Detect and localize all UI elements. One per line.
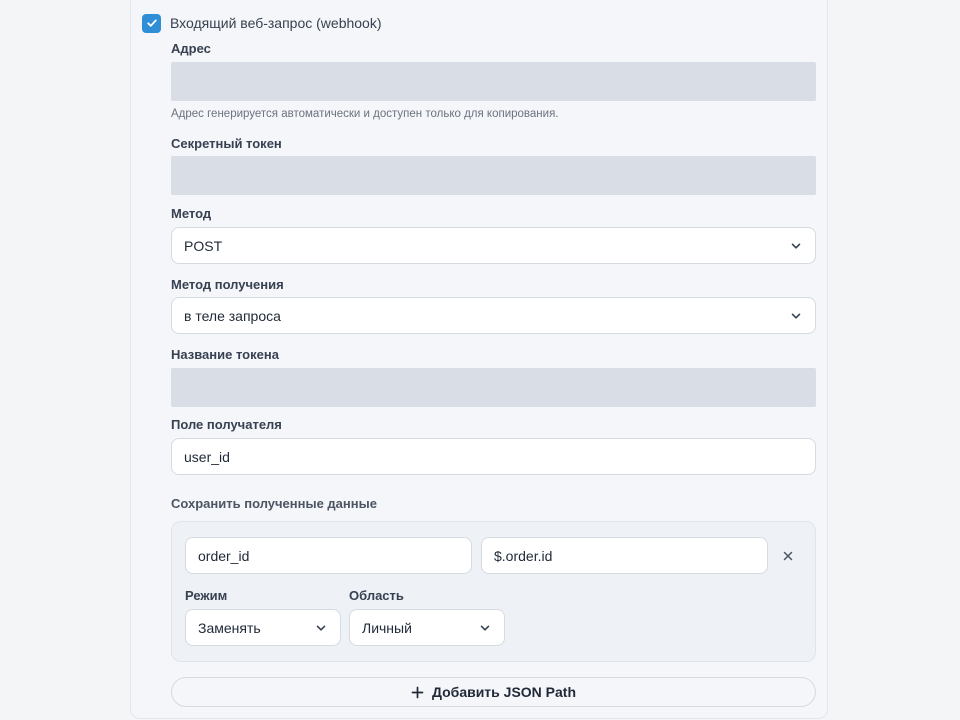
mode-label: Режим xyxy=(185,588,228,603)
json-path-name-input[interactable]: order_id xyxy=(185,537,472,574)
add-json-path-button[interactable]: Добавить JSON Path xyxy=(171,677,816,707)
method-select-value: POST xyxy=(184,237,223,254)
mode-select[interactable]: Заменять xyxy=(185,609,341,646)
chevron-down-icon xyxy=(314,621,328,635)
receive-method-select-value: в теле запроса xyxy=(184,307,281,324)
secret-token-label: Секретный токен xyxy=(171,136,282,151)
method-select[interactable]: POST xyxy=(171,227,816,264)
recipient-field-value: user_id xyxy=(184,448,230,465)
json-path-expression-input[interactable]: $.order.id xyxy=(481,537,768,574)
plus-icon xyxy=(411,686,424,698)
recipient-field-label: Поле получателя xyxy=(171,417,282,432)
receive-method-select[interactable]: в теле запроса xyxy=(171,297,816,334)
recipient-field-input[interactable]: user_id xyxy=(171,438,816,475)
address-hint: Адрес генерируется автоматически и досту… xyxy=(171,108,559,120)
webhook-checkbox-row[interactable]: Входящий веб-запрос (webhook) xyxy=(142,12,382,34)
token-name-field[interactable] xyxy=(171,368,816,407)
close-icon xyxy=(783,551,793,561)
chevron-down-icon xyxy=(789,309,803,323)
address-field[interactable] xyxy=(171,62,816,101)
token-name-label: Название токена xyxy=(171,347,279,362)
webhook-checkbox[interactable] xyxy=(142,13,161,33)
remove-row-button[interactable] xyxy=(780,548,796,564)
webhook-checkbox-label: Входящий веб-запрос (webhook) xyxy=(170,15,382,31)
method-label: Метод xyxy=(171,206,212,221)
scope-label: Область xyxy=(349,588,404,603)
checkmark-icon xyxy=(146,19,157,27)
address-label: Адрес xyxy=(171,41,211,56)
save-data-label: Сохранить полученные данные xyxy=(171,496,377,511)
scope-select[interactable]: Личный xyxy=(349,609,505,646)
chevron-down-icon xyxy=(789,239,803,253)
json-path-name-value: order_id xyxy=(198,547,250,564)
mode-select-value: Заменять xyxy=(198,619,261,636)
chevron-down-icon xyxy=(478,621,492,635)
scope-select-value: Личный xyxy=(362,619,412,636)
receive-method-label: Метод получения xyxy=(171,277,284,292)
json-path-expression-value: $.order.id xyxy=(494,547,553,564)
secret-token-field[interactable] xyxy=(171,156,816,195)
add-json-path-label: Добавить JSON Path xyxy=(431,684,577,700)
